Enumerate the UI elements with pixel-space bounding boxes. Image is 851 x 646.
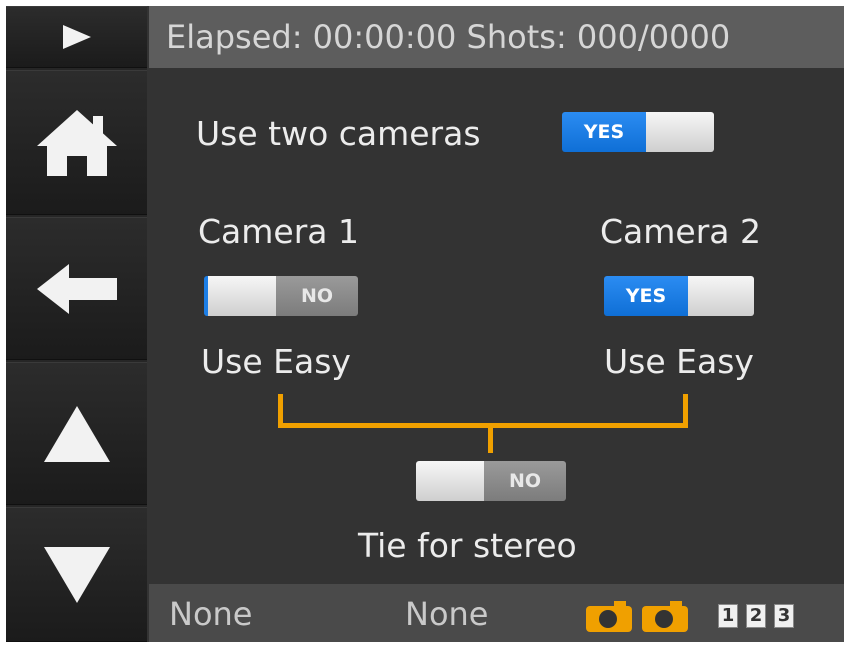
use-two-cameras-label: Use two cameras [196,114,481,153]
toggle-knob [204,276,276,316]
toggle-knob [646,112,714,152]
camera2-use-easy-label: Use Easy [604,342,754,381]
footer-mid-value: None [405,595,489,633]
camera1-toggle[interactable]: NO [204,276,358,316]
bracket-bar [278,423,688,428]
status-bar: Elapsed: 00:00:00 Shots: 000/0000 [149,6,844,68]
camera1-title: Camera 1 [198,212,359,251]
number-box-3: 3 [774,604,794,628]
toggle-on-label: YES [604,276,688,316]
play-icon [62,25,91,49]
camera-icon [642,601,688,632]
back-button[interactable] [6,217,147,360]
toggle-knob [416,461,484,501]
home-button[interactable] [6,70,147,215]
camera-icon [586,601,632,632]
sidebar [6,6,147,642]
bracket-stem [488,423,493,453]
triangle-down-icon [43,546,110,603]
toggle-off-label: NO [484,461,566,501]
footer-left-value: None [169,595,253,633]
toggle-off-label: NO [276,276,358,316]
down-button[interactable] [6,507,147,642]
home-icon [36,109,117,176]
up-button[interactable] [6,362,147,505]
status-text: Elapsed: 00:00:00 Shots: 000/0000 [166,18,731,56]
toggle-on-label: YES [562,112,646,152]
footer-bar: None None [149,584,844,642]
tie-stereo-label: Tie for stereo [358,526,577,565]
app-frame: Elapsed: 00:00:00 Shots: 000/0000 Use tw… [6,6,844,642]
toggle-knob [688,276,754,316]
camera1-use-easy-label: Use Easy [201,342,351,381]
triangle-up-icon [43,405,110,462]
camera2-title: Camera 2 [600,212,761,251]
number-box-2: 2 [746,604,766,628]
number-box-1: 1 [718,604,738,628]
tie-stereo-toggle[interactable]: NO [416,461,566,501]
play-button[interactable] [6,6,147,68]
camera2-toggle[interactable]: YES [604,276,754,316]
arrow-left-icon [36,263,117,314]
use-two-cameras-toggle[interactable]: YES [562,112,714,152]
